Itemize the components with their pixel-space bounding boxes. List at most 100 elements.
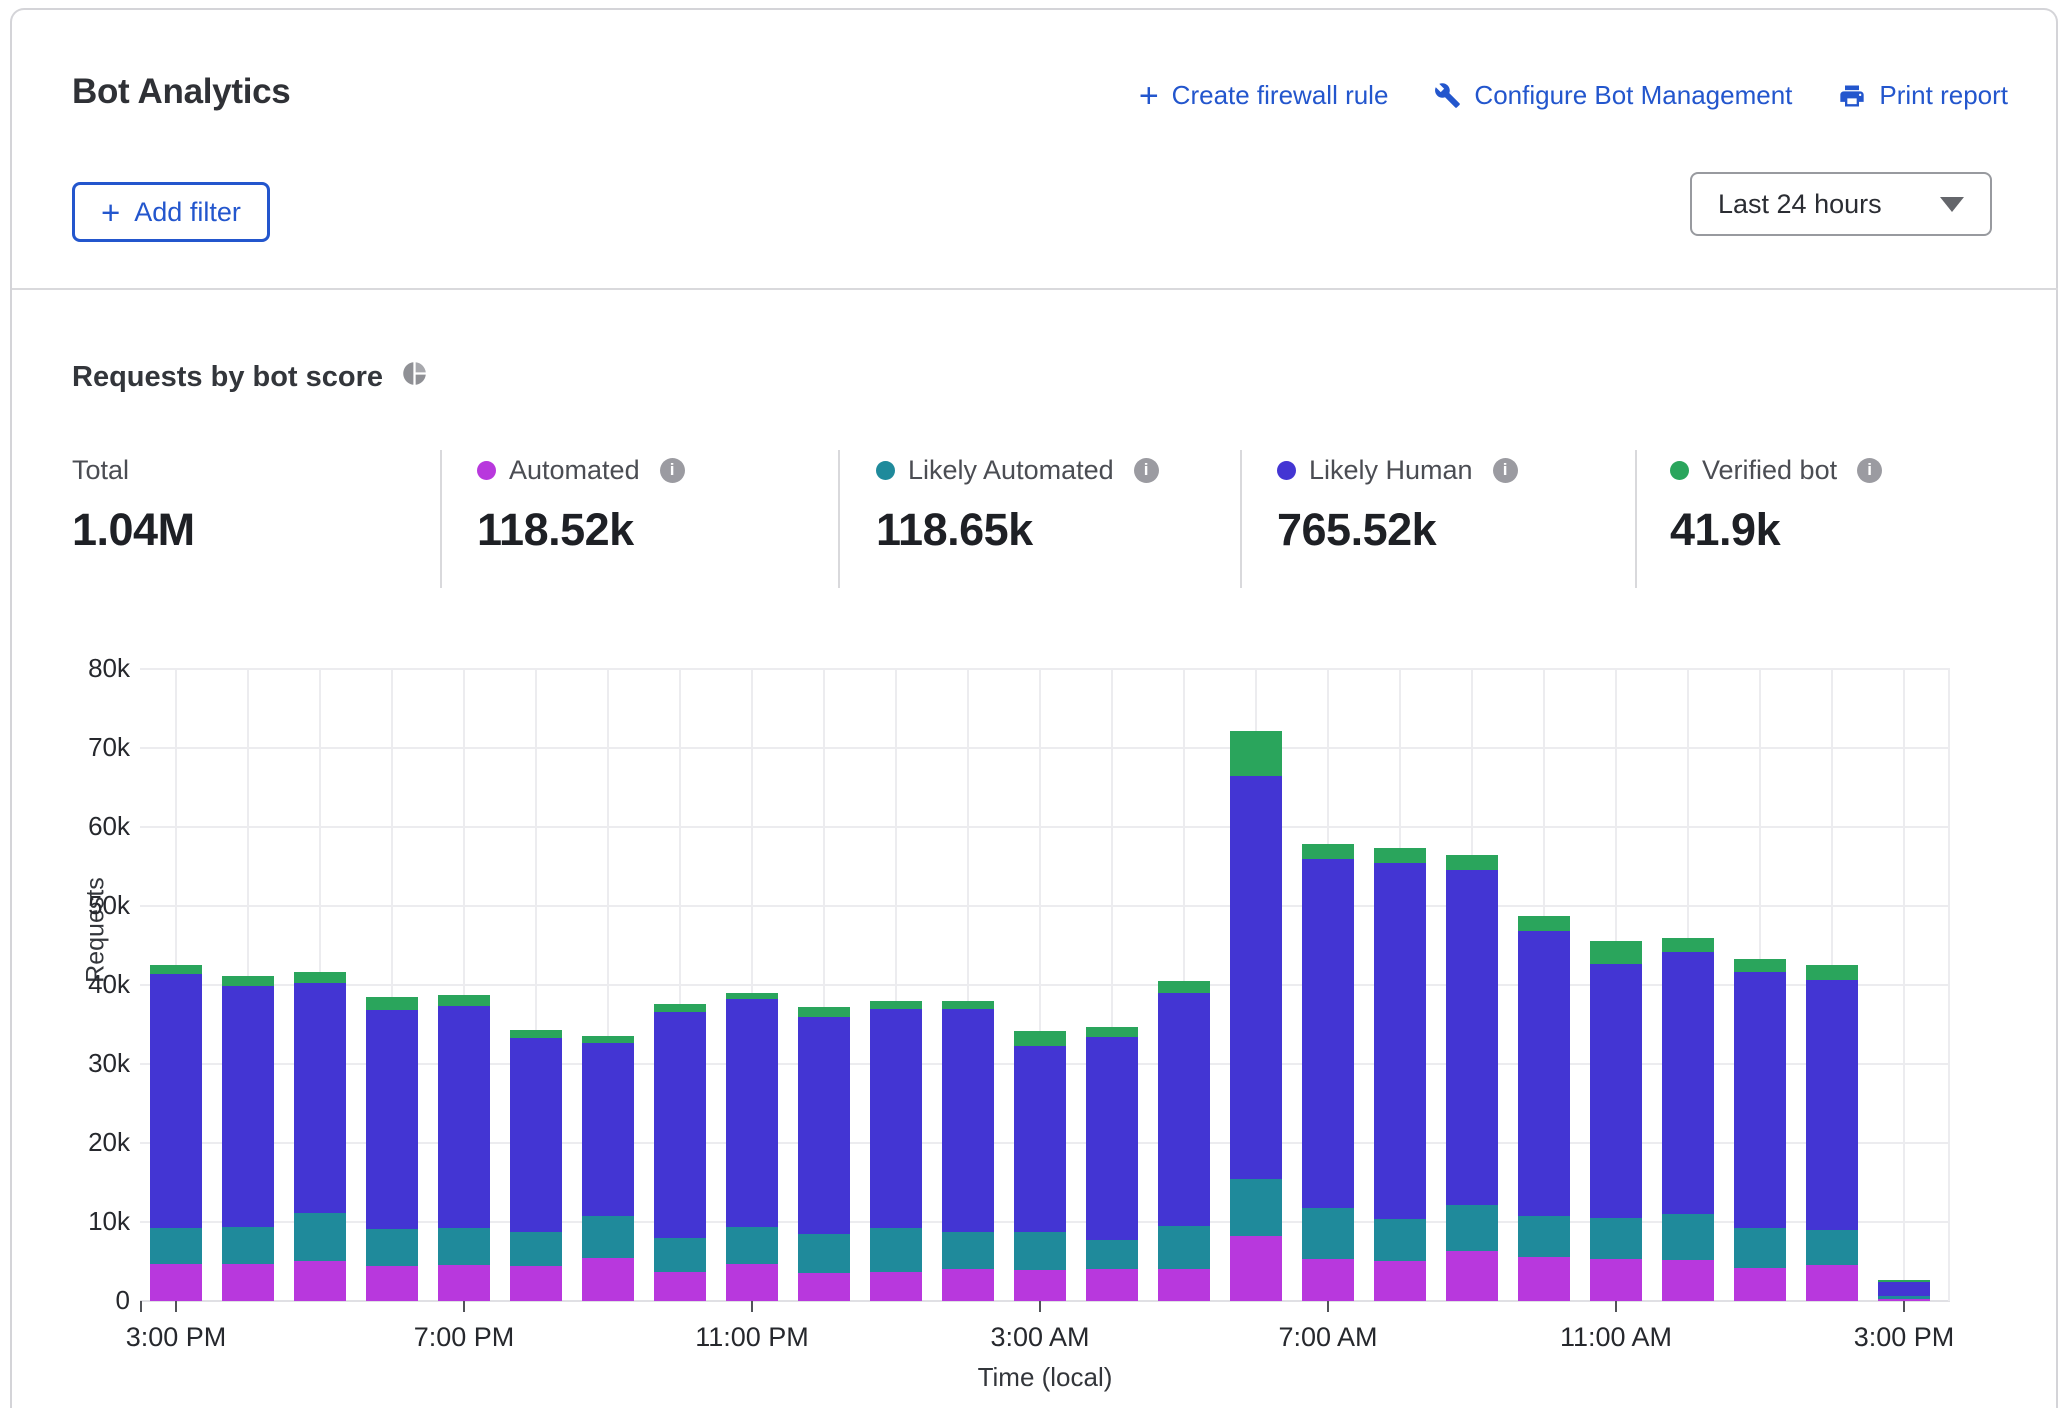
bar-segment-likely-human: [582, 1043, 634, 1216]
bar-segment-verified-bot: [1734, 959, 1786, 972]
bar-group: [942, 1001, 994, 1301]
x-axis-tick-label: 3:00 PM: [1794, 1322, 2014, 1353]
bar-segment-likely-human: [1374, 863, 1426, 1219]
add-filter-label: Add filter: [134, 197, 241, 228]
bar-group: [1374, 848, 1426, 1301]
info-icon[interactable]: i: [1857, 458, 1882, 483]
bar-segment-likely-human: [726, 999, 778, 1227]
bar-segment-likely-human: [366, 1010, 418, 1230]
y-axis-tick-label: 80k: [30, 653, 130, 684]
bar-segment-verified-bot: [1086, 1027, 1138, 1037]
h-gridline: [140, 905, 1950, 907]
bar-segment-verified-bot: [222, 976, 274, 986]
x-axis-tick-label: 3:00 PM: [66, 1322, 286, 1353]
print-report-label: Print report: [1879, 80, 2008, 111]
bar-segment-automated: [1518, 1257, 1570, 1301]
v-gridline: [1903, 669, 1905, 1301]
stat-automated-value: 118.52k: [477, 504, 685, 556]
bar-group: [438, 995, 490, 1301]
chevron-down-icon: [1940, 197, 1964, 212]
bar-segment-automated: [942, 1269, 994, 1301]
bar-group: [1086, 1027, 1138, 1301]
bar-segment-verified-bot: [510, 1030, 562, 1038]
bar-segment-likely-human: [1734, 972, 1786, 1228]
x-axis-tick-label: 3:00 AM: [930, 1322, 1150, 1353]
bar-group: [1158, 981, 1210, 1301]
stat-verified-bot-label: Verified bot: [1702, 455, 1837, 486]
bar-segment-verified-bot: [1590, 941, 1642, 965]
bar-segment-automated: [1662, 1260, 1714, 1301]
bar-segment-likely-automated: [726, 1227, 778, 1264]
stat-likely-human: Likely Human i 765.52k: [1277, 452, 1518, 556]
stat-likely-automated-label: Likely Automated: [908, 455, 1114, 486]
bar-segment-automated: [582, 1258, 634, 1301]
x-axis-tick: [463, 1301, 465, 1312]
bar-segment-automated: [150, 1264, 202, 1301]
bar-segment-automated: [510, 1266, 562, 1301]
info-icon[interactable]: i: [1134, 458, 1159, 483]
info-icon[interactable]: i: [1493, 458, 1518, 483]
bar-segment-verified-bot: [1662, 938, 1714, 952]
configure-bot-management-link[interactable]: Configure Bot Management: [1434, 80, 1792, 111]
bar-group: [510, 1030, 562, 1301]
bar-segment-likely-automated: [1518, 1216, 1570, 1257]
stat-likely-automated: Likely Automated i 118.65k: [876, 452, 1159, 556]
x-axis-origin-tick: [140, 1301, 142, 1312]
header-divider: [12, 288, 2058, 290]
info-icon[interactable]: i: [660, 458, 685, 483]
header-actions: + Create firewall rule Configure Bot Man…: [1139, 80, 2008, 111]
bar-segment-likely-automated: [798, 1234, 850, 1273]
plus-icon: +: [1139, 83, 1159, 109]
stat-likely-human-label: Likely Human: [1309, 455, 1473, 486]
bar-segment-likely-human: [1878, 1282, 1930, 1296]
y-axis-tick-label: 50k: [30, 890, 130, 921]
create-firewall-rule-link[interactable]: + Create firewall rule: [1139, 80, 1389, 111]
stat-divider: [1635, 450, 1637, 588]
bar-segment-automated: [1806, 1265, 1858, 1301]
plus-icon: +: [101, 199, 120, 226]
bar-segment-likely-automated: [942, 1232, 994, 1269]
chart-plot[interactable]: [140, 669, 1950, 1301]
bar-segment-automated: [366, 1266, 418, 1301]
bar-segment-automated: [1086, 1269, 1138, 1301]
stat-total: Total 1.04M: [72, 452, 195, 556]
section-title-text: Requests by bot score: [72, 361, 383, 394]
add-filter-button[interactable]: + Add filter: [72, 182, 270, 242]
stat-total-label: Total: [72, 455, 129, 486]
time-range-select[interactable]: Last 24 hours: [1690, 172, 1992, 236]
create-firewall-rule-label: Create firewall rule: [1172, 80, 1389, 111]
bar-segment-automated: [798, 1273, 850, 1301]
bar-segment-automated: [654, 1272, 706, 1301]
bar-segment-verified-bot: [1014, 1031, 1066, 1046]
bar-segment-likely-automated: [1662, 1214, 1714, 1260]
x-axis-tick: [1903, 1301, 1905, 1312]
bar-segment-automated: [1014, 1270, 1066, 1301]
bar-segment-likely-automated: [438, 1228, 490, 1264]
bar-segment-verified-bot: [654, 1004, 706, 1012]
bar-segment-likely-human: [1302, 859, 1354, 1208]
bar-segment-likely-automated: [1302, 1208, 1354, 1259]
bar-segment-likely-human: [870, 1009, 922, 1229]
bar-segment-likely-automated: [222, 1227, 274, 1264]
bar-segment-likely-automated: [1086, 1240, 1138, 1268]
printer-icon: [1838, 82, 1866, 110]
print-report-link[interactable]: Print report: [1838, 80, 2008, 111]
bar-segment-likely-human: [150, 974, 202, 1228]
bar-segment-verified-bot: [1374, 848, 1426, 863]
x-axis-tick-label: 11:00 PM: [642, 1322, 862, 1353]
x-axis-tick: [751, 1301, 753, 1312]
bar-group: [1230, 731, 1282, 1301]
bar-segment-likely-automated: [1446, 1205, 1498, 1252]
bar-group: [1518, 916, 1570, 1302]
bar-group: [294, 972, 346, 1301]
y-axis-tick-label: 40k: [30, 969, 130, 1000]
bar-segment-likely-automated: [1590, 1218, 1642, 1259]
bar-segment-likely-human: [438, 1006, 490, 1229]
pie-chart-icon: [401, 360, 428, 395]
stat-verified-bot-value: 41.9k: [1670, 504, 1882, 556]
x-axis-tick: [1039, 1301, 1041, 1312]
x-axis-tick: [175, 1301, 177, 1312]
bar-segment-likely-human: [1590, 964, 1642, 1218]
bar-segment-likely-automated: [582, 1216, 634, 1258]
time-range-value: Last 24 hours: [1718, 189, 1882, 220]
